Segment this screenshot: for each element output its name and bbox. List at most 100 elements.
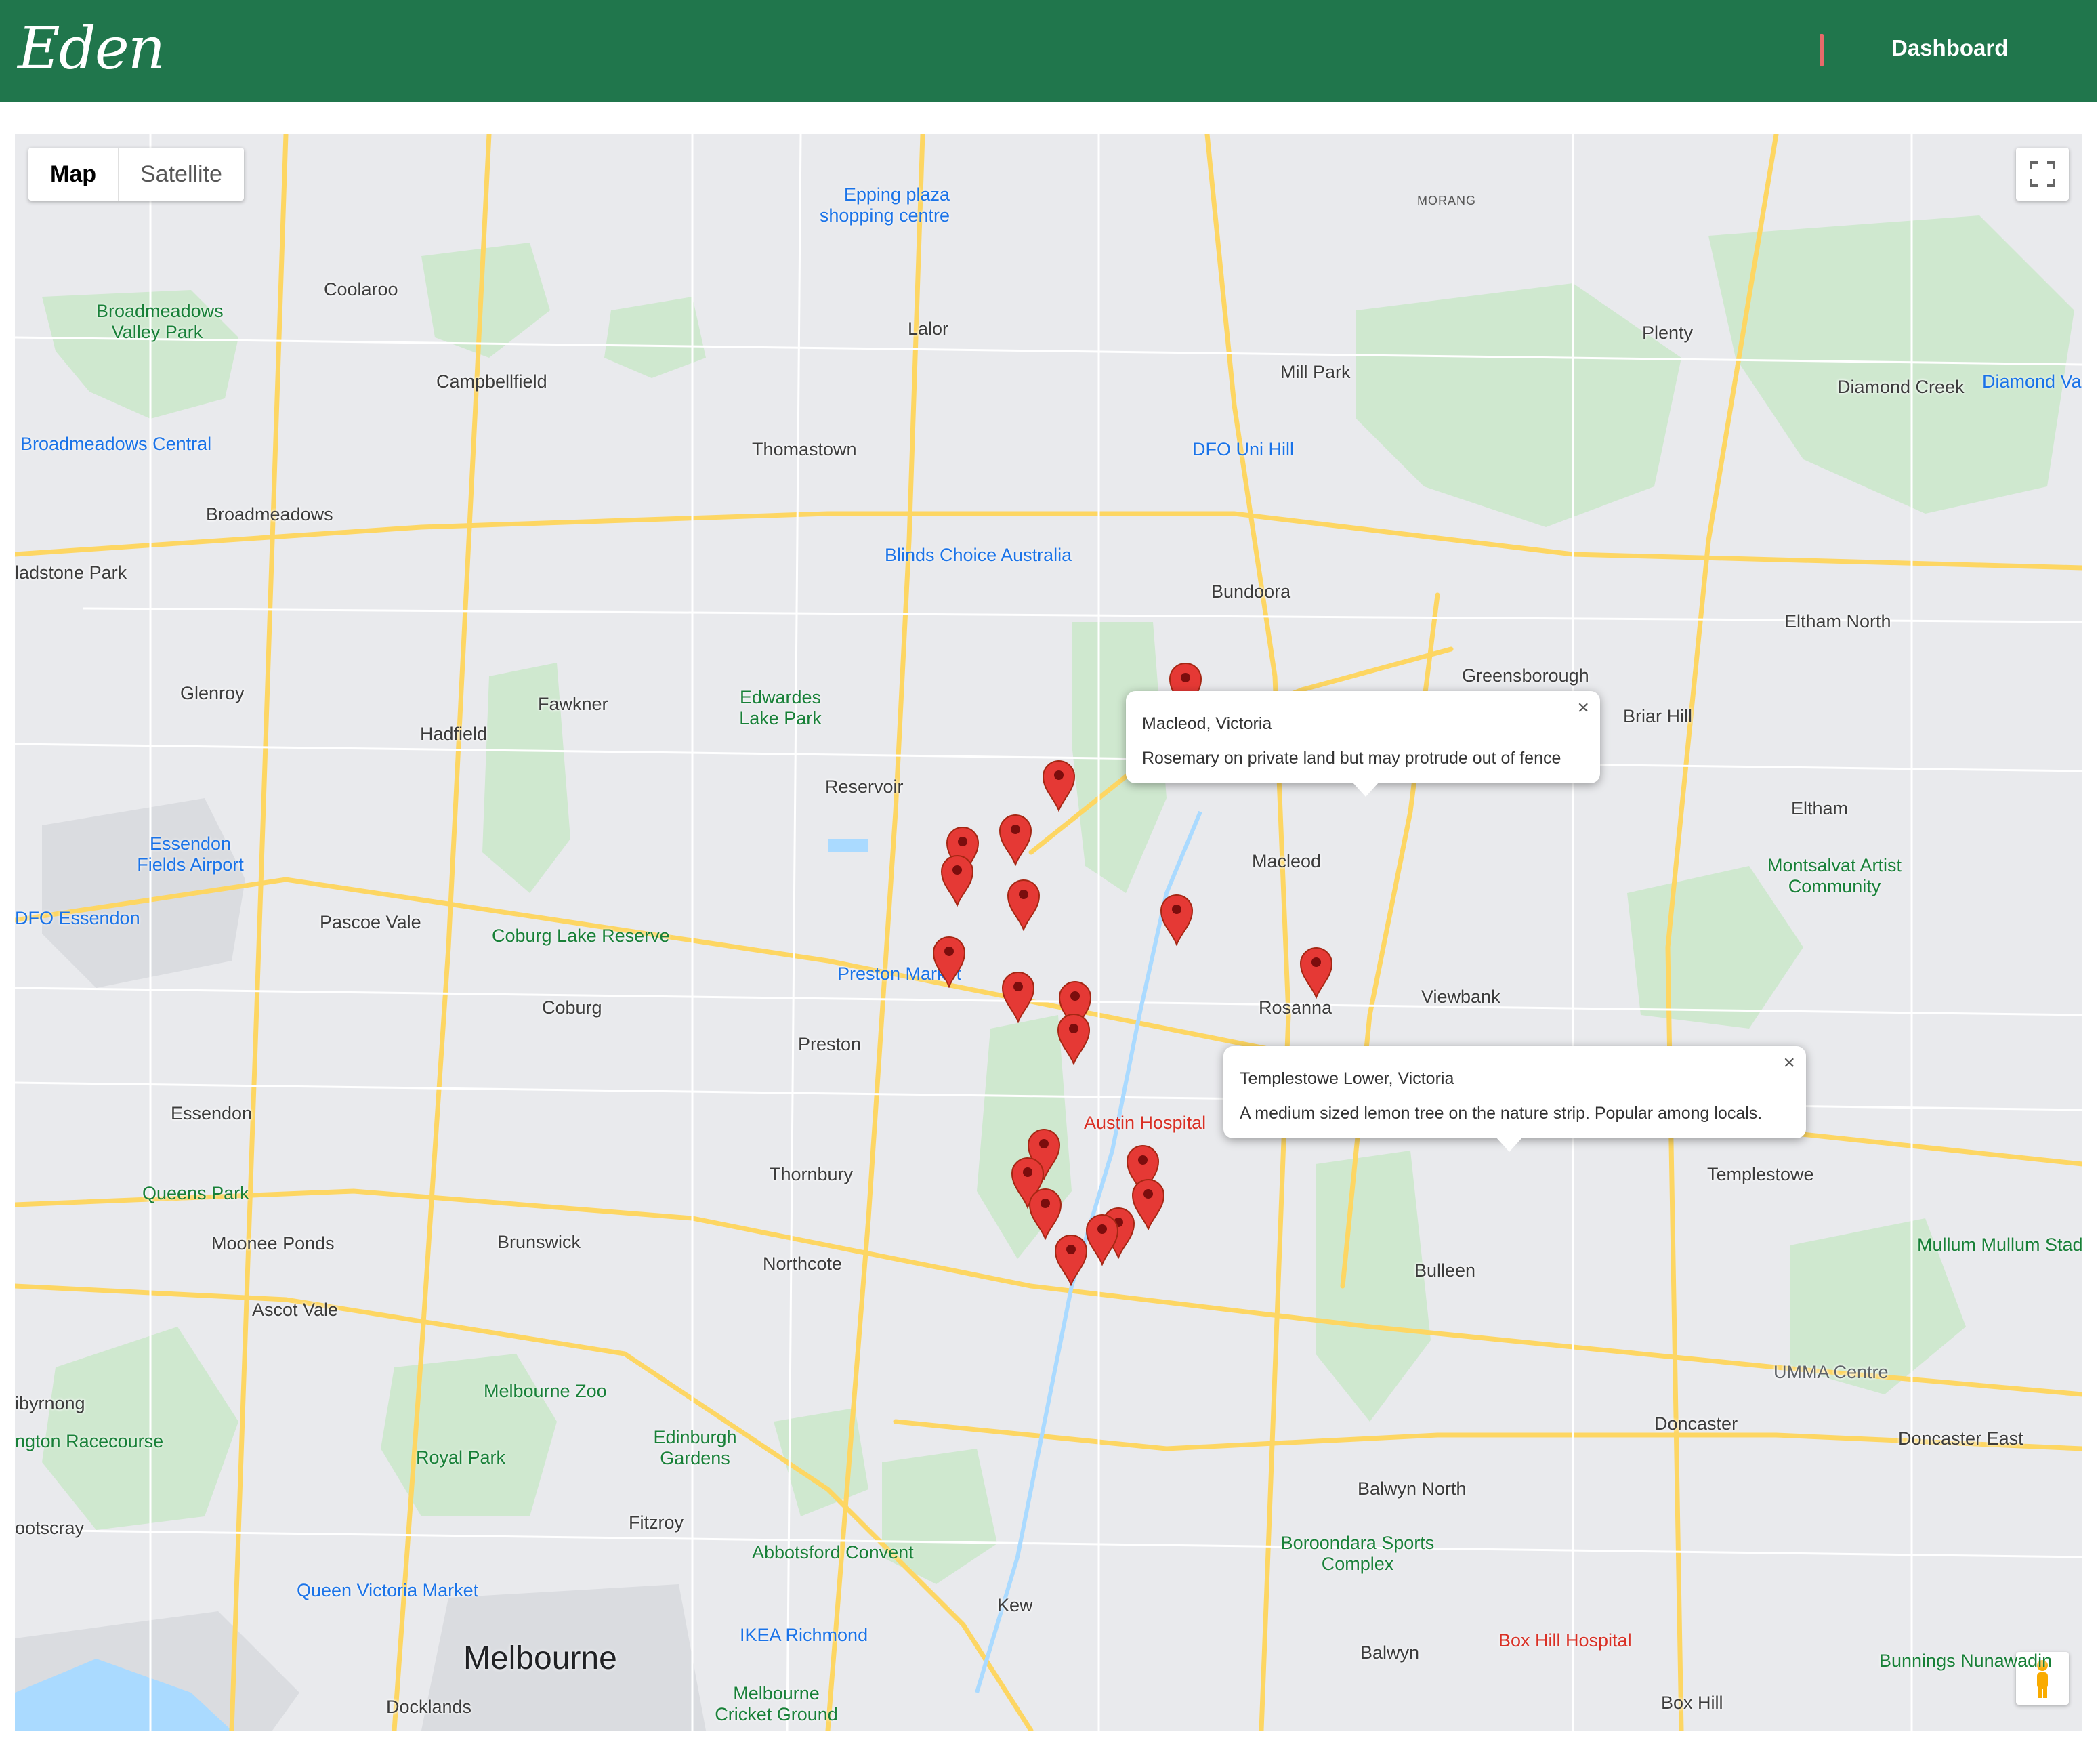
- eden-logo[interactable]: Eden: [18, 15, 165, 83]
- tree-pin-marker[interactable]: [1054, 1232, 1088, 1286]
- tree-pin-marker[interactable]: [1007, 877, 1041, 931]
- park-label[interactable]: Abbotsford Convent: [752, 1542, 914, 1563]
- place-label: Fawkner: [538, 694, 608, 714]
- place-label: Essendon: [171, 1103, 253, 1123]
- poi-label[interactable]: Diamond Va: [1982, 371, 2082, 392]
- place-label: Reservoir: [825, 776, 904, 797]
- place-label: Eltham North: [1784, 611, 1891, 631]
- place-label: Thomastown: [752, 439, 857, 459]
- place-label: Rosanna: [1259, 997, 1332, 1018]
- place-label: Balwyn: [1360, 1642, 1420, 1663]
- dashboard-link[interactable]: Dashboard: [1891, 35, 2008, 61]
- park-label[interactable]: ngton Racecourse: [15, 1431, 163, 1452]
- park-label[interactable]: Broadmeadows Valley Park: [96, 301, 224, 343]
- place-label: MORANG: [1417, 194, 1476, 207]
- hospital-label[interactable]: Box Hill Hospital: [1498, 1630, 1632, 1651]
- map-type-control: Map Satellite: [28, 148, 244, 201]
- place-label: Preston: [798, 1034, 862, 1054]
- place-label: Viewbank: [1421, 987, 1500, 1007]
- place-label: Northcote: [763, 1254, 843, 1274]
- place-label: Balwyn North: [1358, 1478, 1467, 1499]
- tree-pin-marker[interactable]: [940, 852, 974, 907]
- park-label[interactable]: Boroondara Sports Complex: [1276, 1533, 1439, 1575]
- park-label[interactable]: Edinburgh Gardens: [641, 1427, 749, 1469]
- place-label: Eltham: [1791, 798, 1849, 819]
- tree-pin-marker[interactable]: [999, 812, 1032, 866]
- place-label: Brunswick: [497, 1232, 581, 1252]
- fullscreen-button[interactable]: [2016, 148, 2069, 201]
- poi-label[interactable]: Queen Victoria Market: [297, 1580, 478, 1601]
- place-label: Moonee Ponds: [211, 1233, 335, 1254]
- poi-label[interactable]: DFO Uni Hill: [1192, 439, 1294, 460]
- park-label[interactable]: Montsalvat Artist Community: [1746, 855, 1923, 897]
- map-view[interactable]: Map Satellite Coolaroo Lalor Campbellfie…: [15, 134, 2082, 1731]
- tree-pin-marker[interactable]: [1085, 1211, 1119, 1266]
- poi-label[interactable]: Essendon Fields Airport: [126, 833, 255, 875]
- park-label[interactable]: Coburg Lake Reserve: [492, 926, 670, 947]
- map-type-map-button[interactable]: Map: [28, 148, 119, 201]
- park-label[interactable]: Melbourne Zoo: [484, 1381, 607, 1402]
- place-label: Thornbury: [770, 1164, 854, 1184]
- city-label: Melbourne: [463, 1640, 617, 1676]
- place-label: ootscray: [15, 1518, 85, 1538]
- park-label[interactable]: Edwardes Lake Park: [726, 687, 835, 729]
- place-label: Docklands: [386, 1697, 472, 1717]
- poi-label[interactable]: Epping plaza shopping centre: [794, 184, 950, 226]
- place-label: Coburg: [542, 997, 602, 1018]
- place-label: Pascoe Vale: [320, 912, 421, 932]
- tree-pin-marker[interactable]: [1299, 945, 1333, 999]
- place-label: Fitzroy: [629, 1512, 684, 1533]
- park-label[interactable]: Mullum Mullum Stad: [1917, 1235, 2082, 1256]
- place-label: Doncaster: [1654, 1413, 1738, 1434]
- place-label: Coolaroo: [324, 279, 398, 299]
- place-label: ladstone Park: [15, 562, 127, 583]
- tree-pin-marker[interactable]: [1057, 1011, 1091, 1065]
- place-label: Hadfield: [420, 724, 488, 744]
- place-label: Templestowe: [1707, 1164, 1814, 1184]
- place-label: Lalor: [908, 318, 949, 339]
- fullscreen-icon: [2030, 161, 2055, 187]
- place-label: Macleod: [1252, 851, 1322, 871]
- place-label: Campbellfield: [436, 371, 547, 392]
- tree-pin-marker[interactable]: [932, 934, 966, 988]
- info-window-title: Templestowe Lower, Victoria: [1240, 1069, 1454, 1088]
- place-label: Bulleen: [1414, 1260, 1476, 1281]
- info-window-description: Rosemary on private land but may protrud…: [1142, 749, 1561, 768]
- place-label: Doncaster East: [1898, 1428, 2023, 1449]
- place-label: Mill Park: [1280, 362, 1351, 382]
- info-window-title: Macleod, Victoria: [1142, 714, 1272, 733]
- info-window-macleod: × Macleod, Victoria Rosemary on private …: [1126, 691, 1600, 797]
- tree-pin-marker[interactable]: [1131, 1176, 1165, 1230]
- poi-label[interactable]: DFO Essendon: [15, 908, 140, 929]
- place-label: Diamond Creek: [1837, 377, 1965, 397]
- app-header: Eden Dashboard: [0, 0, 2097, 102]
- tree-pin-marker[interactable]: [1042, 758, 1076, 812]
- place-label: Broadmeadows: [206, 504, 333, 524]
- info-window-templestowe: × Templestowe Lower, Victoria A medium s…: [1223, 1046, 1806, 1152]
- map-type-satellite-button[interactable]: Satellite: [119, 148, 244, 201]
- place-label: Box Hill: [1661, 1693, 1723, 1713]
- park-label[interactable]: Melbourne Cricket Ground: [709, 1683, 844, 1725]
- nav-divider: [1820, 34, 1824, 66]
- place-label: Greensborough: [1462, 665, 1589, 686]
- poi-label[interactable]: Broadmeadows Central: [20, 434, 211, 455]
- place-label: Briar Hill: [1623, 706, 1693, 726]
- tree-pin-marker[interactable]: [1160, 892, 1194, 946]
- place-label: Plenty: [1642, 323, 1694, 343]
- place-label: Ascot Vale: [252, 1300, 339, 1320]
- park-label[interactable]: Queens Park: [142, 1183, 249, 1204]
- hospital-label[interactable]: Austin Hospital: [1084, 1113, 1206, 1134]
- poi-label[interactable]: UMMA Centre: [1773, 1362, 1889, 1383]
- page-bottom: [0, 1735, 2100, 1740]
- place-label: Kew: [997, 1595, 1033, 1615]
- info-window-description: A medium sized lemon tree on the nature …: [1240, 1104, 1763, 1123]
- park-label[interactable]: Royal Park: [416, 1447, 505, 1468]
- close-icon[interactable]: ×: [1783, 1052, 1795, 1075]
- tree-pin-marker[interactable]: [1001, 969, 1035, 1023]
- poi-label[interactable]: Blinds Choice Australia: [885, 545, 1072, 566]
- place-label: Bundoora: [1211, 581, 1291, 602]
- place-label: ibyrnong: [15, 1393, 85, 1413]
- close-icon[interactable]: ×: [1577, 697, 1589, 720]
- park-label[interactable]: Bunnings Nunawadin: [1879, 1651, 2052, 1672]
- poi-label[interactable]: IKEA Richmond: [740, 1625, 868, 1646]
